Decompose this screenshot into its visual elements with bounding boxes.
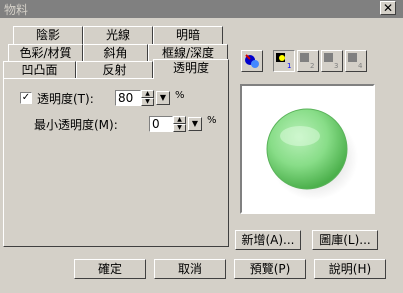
new-button[interactable]: 新增(A)... [235,230,301,250]
tab-transparency[interactable]: 透明度 [153,59,229,79]
close-icon: ✕ [382,1,394,15]
tab-reflection[interactable]: 反射 [76,61,153,79]
min-transparency-unit: % [207,115,217,126]
light-2-icon[interactable]: 2 [297,50,319,72]
tab-bump[interactable]: 凹凸面 [3,61,76,79]
transparency-label: 透明度(T): [37,92,94,106]
material-dialog: 物料 ✕ 陰影 光線 明暗 色彩/材質 斜角 框線/深度 凹凸面 反射 透明度 … [0,0,403,293]
tab-shadow[interactable]: 陰影 [13,26,83,44]
close-button[interactable]: ✕ [380,1,396,15]
tab-bevel[interactable]: 斜角 [83,44,148,62]
window-title: 物料 [4,3,29,17]
light-1-icon[interactable]: 1 [273,50,295,72]
min-transparency-dropdown[interactable]: ▼ [188,117,202,131]
tab-shading[interactable]: 明暗 [153,26,223,44]
transparency-value[interactable]: 80 [115,90,141,106]
transparency-spin-down[interactable]: ▼ [141,98,154,106]
svg-text:2: 2 [310,62,314,70]
library-button[interactable]: 圖庫(L)... [312,230,378,250]
cancel-button[interactable]: 取消 [154,259,226,279]
svg-text:3: 3 [334,62,338,70]
preview-button[interactable]: 預覽(P) [234,259,306,279]
svg-text:4: 4 [358,62,363,70]
min-transparency-spin-up[interactable]: ▲ [173,116,186,124]
transparency-spin-up[interactable]: ▲ [141,90,154,98]
min-transparency-label: 最小透明度(M): [34,118,118,132]
transparency-unit: % [175,90,185,101]
transparency-checkbox[interactable]: ✓ [20,92,32,104]
material-preview [240,84,375,214]
light-3-icon[interactable]: 3 [321,50,343,72]
help-button[interactable]: 說明(H) [314,259,386,279]
transparency-dropdown[interactable]: ▼ [156,91,170,105]
material-icon[interactable] [241,50,263,72]
tab-color-material[interactable]: 色彩/材質 [8,44,83,62]
transparency-panel: ✓ 透明度(T): 80 ▲ ▼ ▼ % 最小透明度(M): 0 ▲ ▼ ▼ % [3,78,229,247]
min-transparency-spin-down[interactable]: ▼ [173,124,186,132]
preview-sphere-icon [266,108,358,200]
light-4-icon[interactable]: 4 [345,50,367,72]
tab-lighting[interactable]: 光線 [83,26,153,44]
title-bar: 物料 ✕ [0,0,403,18]
min-transparency-value[interactable]: 0 [149,116,173,132]
svg-text:1: 1 [287,62,291,70]
ok-button[interactable]: 確定 [74,259,146,279]
